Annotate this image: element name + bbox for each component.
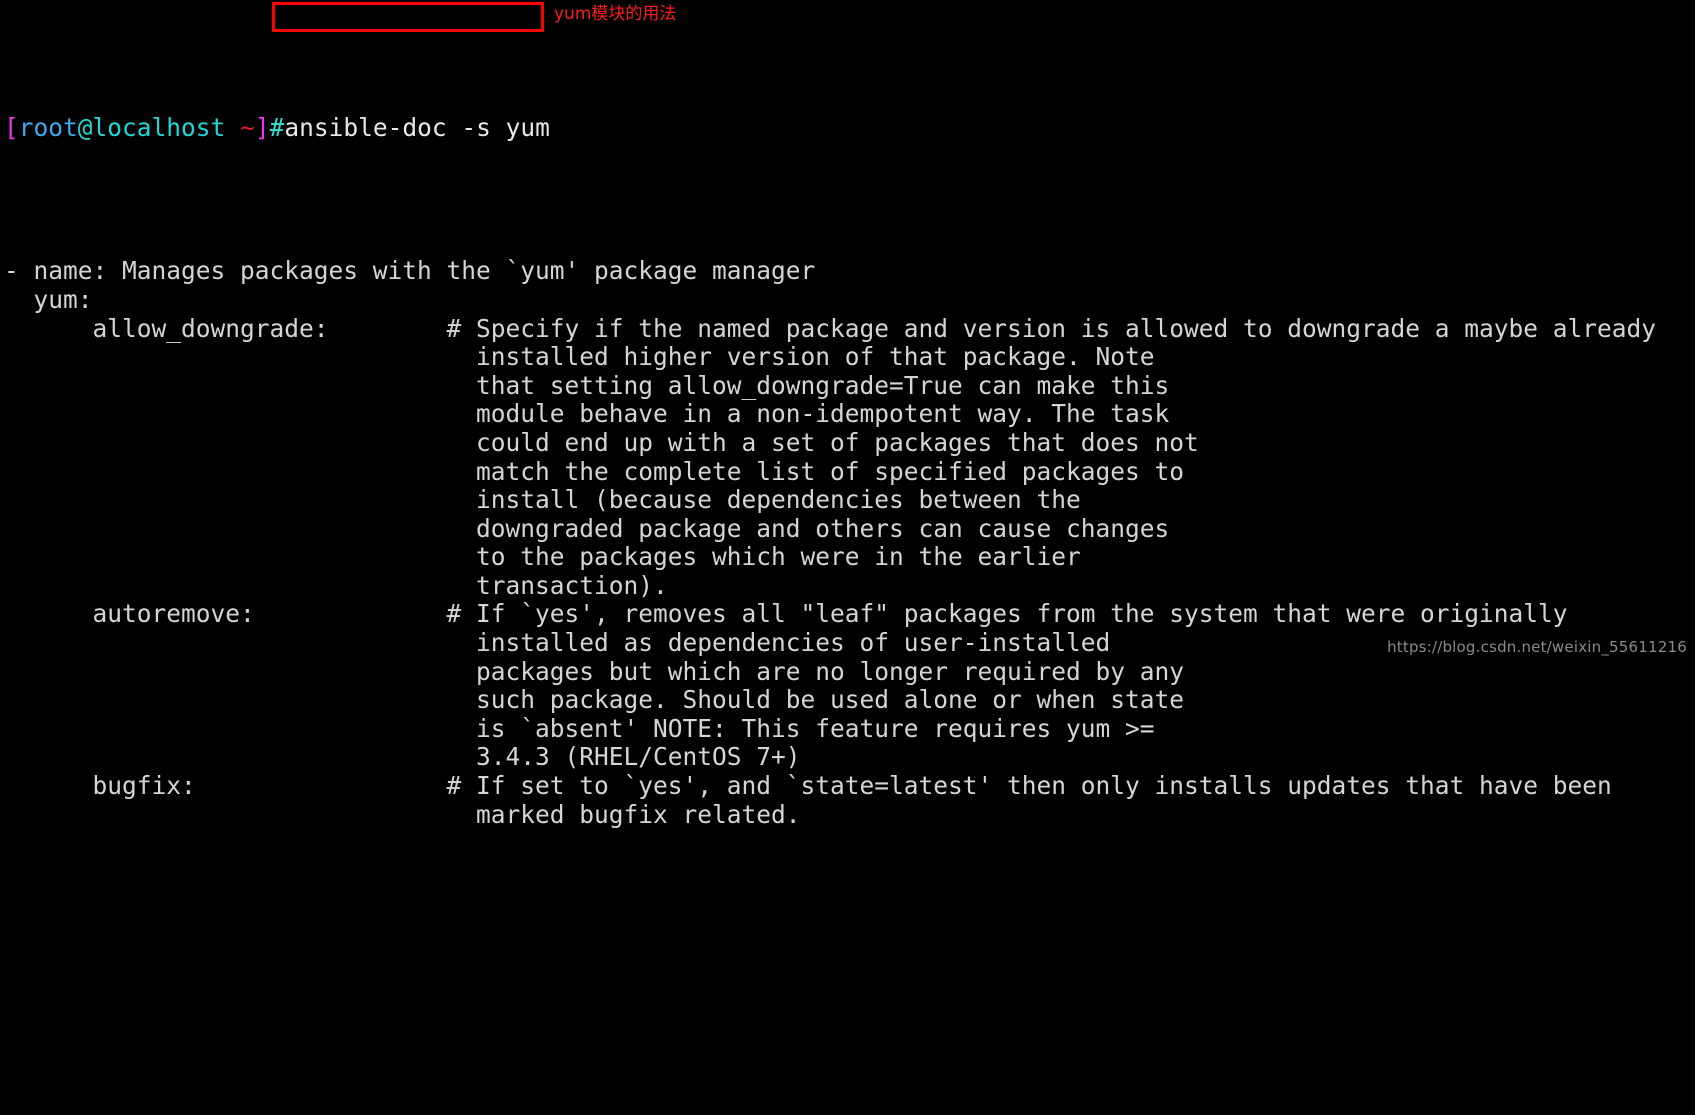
output-line: autoremove: # If `yes', removes all "lea… bbox=[4, 599, 1568, 629]
prompt-user: root bbox=[18, 113, 78, 143]
output-line: such package. Should be used alone or wh… bbox=[4, 685, 1185, 715]
output-line: is `absent' NOTE: This feature requires … bbox=[4, 713, 1155, 743]
terminal-window[interactable]: [root@localhost ~]#ansible-doc -s yum - … bbox=[0, 0, 1695, 828]
prompt-hostname: localhost bbox=[92, 113, 226, 143]
watermark-url: https://blog.csdn.net/weixin_55611216 bbox=[1387, 638, 1687, 657]
output-line: - name: Manages packages with the `yum' … bbox=[4, 256, 816, 286]
command-output: - name: Manages packages with the `yum' … bbox=[0, 257, 1695, 829]
output-line: allow_downgrade: # Specify if the named … bbox=[4, 313, 1657, 343]
prompt-open-bracket: [ bbox=[4, 113, 19, 143]
output-line: marked bugfix related. bbox=[4, 799, 801, 829]
prompt-line: [root@localhost ~]#ansible-doc -s yum bbox=[0, 114, 1695, 143]
output-line: install (because dependencies between th… bbox=[4, 485, 1081, 515]
command-input[interactable]: ansible-doc -s yum bbox=[284, 113, 550, 143]
prompt-hash-symbol: # bbox=[269, 113, 285, 143]
output-line: transaction). bbox=[4, 570, 668, 600]
prompt-close-bracket: ] bbox=[254, 113, 270, 143]
command-highlight-box bbox=[272, 2, 544, 32]
output-line: bugfix: # If set to `yes', and `state=la… bbox=[4, 771, 1612, 801]
output-line: to the packages which were in the earlie… bbox=[4, 542, 1081, 572]
output-line: installed higher version of that package… bbox=[4, 342, 1155, 372]
prompt-cwd-tilde: ~ bbox=[225, 113, 255, 143]
output-line: that setting allow_downgrade=True can ma… bbox=[4, 370, 1170, 400]
output-line: downgraded package and others can cause … bbox=[4, 513, 1170, 543]
output-line: module behave in a non-idempotent way. T… bbox=[4, 399, 1170, 429]
output-line: 3.4.3 (RHEL/CentOS 7+) bbox=[4, 742, 801, 772]
output-line: could end up with a set of packages that… bbox=[4, 427, 1199, 457]
output-line: yum: bbox=[4, 284, 93, 314]
output-line: match the complete list of specified pac… bbox=[4, 456, 1185, 486]
command-annotation-label: yum模块的用法 bbox=[554, 4, 677, 24]
prompt-at-sign: @ bbox=[77, 113, 93, 143]
